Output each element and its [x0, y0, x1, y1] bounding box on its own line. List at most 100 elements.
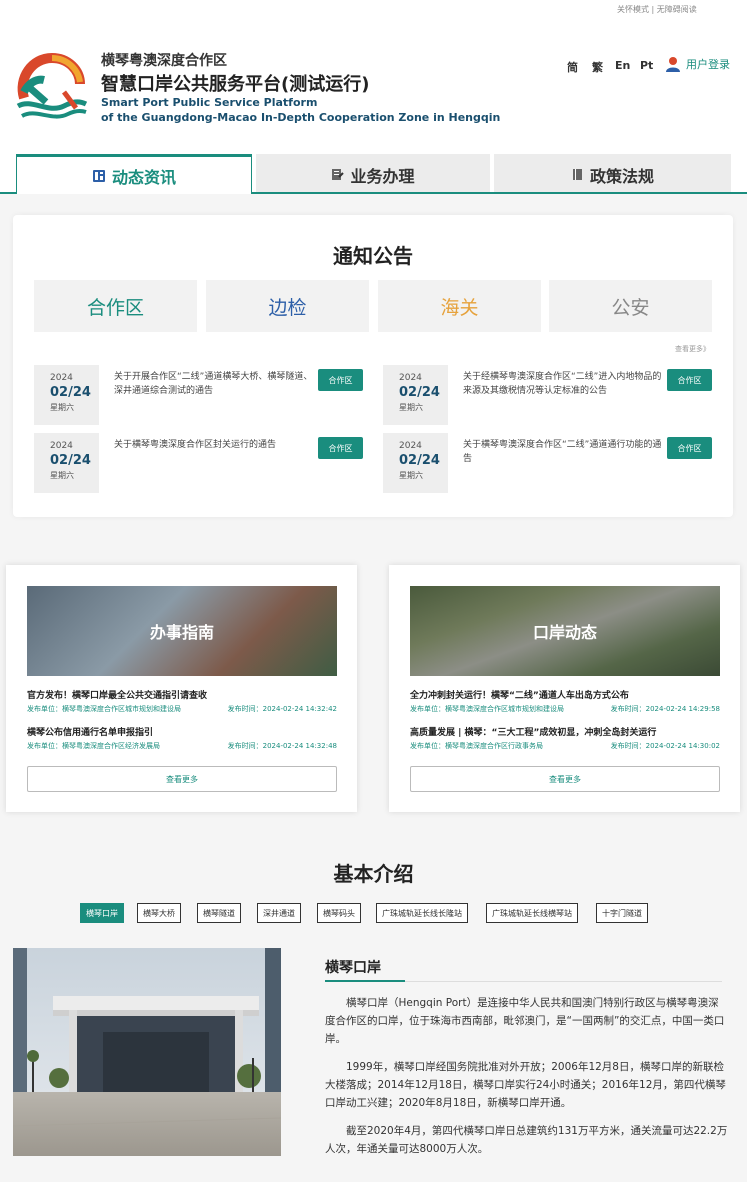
policy-icon: [572, 169, 582, 180]
port-news-more-button[interactable]: 查看更多: [410, 766, 720, 792]
platform-title: 智慧口岸公共服务平台(测试运行): [101, 74, 370, 95]
port-news-item-time: 发布时间：2024-02-24 14:30:02: [610, 742, 720, 750]
notice-text[interactable]: 关于经横琴粤澳深度合作区“二线”进入内地物品的来源及其缴税情况等认定标准的公告: [463, 370, 663, 398]
notice-badge[interactable]: 合作区: [318, 437, 363, 459]
notice-date: 2024 02/24 星期六: [383, 365, 448, 425]
intro-paragraph: 截至2020年4月，第四代横琴口岸日总建筑约131万平方米，通关流量可达22.2…: [325, 1125, 728, 1155]
guide-more-button[interactable]: 查看更多: [27, 766, 337, 792]
tab-news[interactable]: 动态资讯: [16, 154, 252, 194]
port-news-item-time: 发布时间：2024-02-24 14:29:58: [610, 705, 720, 713]
notice-item[interactable]: 2024 02/24 星期六 关于开展合作区“二线”通道横琴大桥、横琴隧道、深井…: [34, 365, 364, 425]
notice-badge[interactable]: 合作区: [667, 369, 712, 391]
notice-month-day: 02/24: [399, 453, 440, 468]
intro-paragraph: 横琴口岸（Hengqin Port）是连接中华人民共和国澳门特别行政区与横琴粤澳…: [325, 997, 725, 1045]
tab-policy[interactable]: 政策法规: [494, 154, 731, 192]
category-customs[interactable]: 海关: [378, 280, 541, 332]
tab-business-label: 业务办理: [350, 166, 415, 186]
guide-banner-title: 办事指南: [149, 623, 214, 642]
port-title: 横琴口岸: [325, 960, 381, 976]
port-news-item-unit: 发布单位：横琴粤澳深度合作区城市规划和建设局: [410, 705, 564, 713]
guide-banner[interactable]: 办事指南: [27, 586, 337, 676]
category-border-inspection[interactable]: 边检: [206, 280, 369, 332]
notice-date: 2024 02/24 星期六: [34, 365, 99, 425]
guide-item-meta: 发布单位：横琴粤澳深度合作区城市规划和建设局 发布时间：2024-02-24 1…: [27, 704, 337, 714]
guide-panel: 办事指南 官方发布！横琴口岸最全公共交通指引请查收 发布单位：横琴粤澳深度合作区…: [6, 565, 357, 812]
main-nav: 动态资讯 业务办理 政策法规: [0, 146, 747, 194]
notice-year: 2024: [50, 373, 73, 383]
notice-item[interactable]: 2024 02/24 星期六 关于横琴粤澳深度合作区“二线”通道通行功能的通告 …: [383, 433, 713, 493]
port-photo: [13, 948, 281, 1156]
intro-paragraph: 1999年，横琴口岸经国务院批准对外开放；2006年12月8日，横琴口岸的新联检…: [325, 1061, 726, 1109]
port-news-item-title[interactable]: 高质量发展 | 横琴：“三大工程”成效初显，冲刺全岛封关运行: [410, 725, 656, 738]
notice-item[interactable]: 2024 02/24 星期六 关于经横琴粤澳深度合作区“二线”进入内地物品的来源…: [383, 365, 713, 425]
accessibility-links[interactable]: 关怀模式 | 无障碍阅读: [617, 4, 697, 15]
business-icon: [332, 169, 345, 180]
notice-weekday: 星期六: [50, 471, 74, 480]
notice-month-day: 02/24: [50, 453, 91, 468]
title-underline-accent: [325, 980, 405, 982]
guide-item-title[interactable]: 官方发布！横琴口岸最全公共交通指引请查收: [27, 688, 207, 701]
notice-title: 通知公告: [333, 244, 413, 268]
port-news-banner[interactable]: 口岸动态: [410, 586, 720, 676]
notice-text[interactable]: 关于横琴粤澳深度合作区封关运行的通告: [114, 438, 314, 452]
intro-tab-hengqin-pier[interactable]: 横琴码头: [317, 903, 361, 923]
tab-business[interactable]: 业务办理: [256, 154, 490, 192]
notice-month-day: 02/24: [50, 385, 91, 400]
top-bar: 关怀模式 | 无障碍阅读: [0, 0, 747, 34]
port-news-banner-title: 口岸动态: [532, 623, 597, 642]
notice-month-day: 02/24: [399, 385, 440, 400]
user-icon: [666, 57, 680, 72]
guide-item-title[interactable]: 横琴公布信用通行名单申报指引: [27, 725, 153, 738]
login-label: 用户登录: [686, 58, 730, 71]
notice-weekday: 星期六: [50, 403, 74, 412]
guide-item-time: 发布时间：2024-02-24 14:32:42: [227, 705, 337, 713]
notice-weekday: 星期六: [399, 471, 423, 480]
notice-year: 2024: [399, 441, 422, 451]
tab-news-label: 动态资讯: [111, 167, 176, 187]
port-news-item-unit: 发布单位：横琴粤澳深度合作区行政事务局: [410, 742, 543, 750]
guide-item-time: 发布时间：2024-02-24 14:32:48: [227, 742, 337, 750]
intro-tab-shenjing-channel[interactable]: 深井通道: [257, 903, 301, 923]
notice-date: 2024 02/24 星期六: [34, 433, 99, 493]
notice-text[interactable]: 关于横琴粤澳深度合作区“二线”通道通行功能的通告: [463, 438, 663, 466]
category-cooperation-zone[interactable]: 合作区: [34, 280, 197, 332]
notice-year: 2024: [399, 373, 422, 383]
logo-icon: [16, 52, 88, 119]
header: 横琴粤澳深度合作区 智慧口岸公共服务平台(测试运行) Smart Port Pu…: [0, 34, 747, 146]
notice-year: 2024: [50, 441, 73, 451]
notice-text[interactable]: 关于开展合作区“二线”通道横琴大桥、横琴隧道、深井通道综合测试的通告: [114, 370, 314, 398]
category-police[interactable]: 公安: [549, 280, 712, 332]
org-name: 横琴粤澳深度合作区: [101, 53, 227, 69]
news-icon: [92, 169, 105, 182]
intro-tab-changlong-station[interactable]: 广珠城轨延长线长隆站: [376, 903, 468, 923]
lang-traditional[interactable]: 繁: [592, 59, 603, 75]
guide-item-unit: 发布单位：横琴粤澳深度合作区城市规划和建设局: [27, 705, 181, 713]
port-news-item-meta: 发布单位：横琴粤澳深度合作区城市规划和建设局 发布时间：2024-02-24 1…: [410, 704, 720, 714]
intro-tab-hengqin-bridge[interactable]: 横琴大桥: [137, 903, 181, 923]
notice-item[interactable]: 2024 02/24 星期六 关于横琴粤澳深度合作区封关运行的通告 合作区: [34, 433, 364, 493]
guide-item-unit: 发布单位：横琴粤澳深度合作区经济发展局: [27, 742, 160, 750]
port-news-item-meta: 发布单位：横琴粤澳深度合作区行政事务局 发布时间：2024-02-24 14:3…: [410, 741, 720, 751]
tab-policy-label: 政策法规: [589, 166, 654, 186]
title-underline: [405, 980, 722, 982]
notice-weekday: 星期六: [399, 403, 423, 412]
intro-tab-hengqin-port[interactable]: 横琴口岸: [80, 903, 124, 923]
intro-tab-shizimen-tunnel[interactable]: 十字门隧道: [596, 903, 648, 923]
port-news-panel: 口岸动态 全力冲刺封关运行！横琴“二线”通道人车出岛方式公布 发布单位：横琴粤澳…: [389, 565, 740, 812]
lang-simplified[interactable]: 简: [567, 59, 578, 75]
intro-tab-hengqin-tunnel[interactable]: 横琴隧道: [197, 903, 241, 923]
notice-badge[interactable]: 合作区: [318, 369, 363, 391]
platform-en-title-2: of the Guangdong-Macao In-Depth Cooperat…: [101, 111, 501, 124]
notice-more-link[interactable]: 查看更多》: [675, 344, 710, 354]
login-button[interactable]: 用户登录: [666, 56, 730, 72]
intro-title: 基本介绍: [333, 862, 414, 886]
lang-portuguese[interactable]: Pt: [640, 59, 653, 72]
notice-date: 2024 02/24 星期六: [383, 433, 448, 493]
intro-tab-hengqin-station[interactable]: 广珠城轨延长线横琴站: [486, 903, 578, 923]
notice-section: 通知公告 合作区 边检 海关 公安 查看更多》 2024 02/24 星期六 关…: [13, 215, 733, 517]
platform-en-title-1: Smart Port Public Service Platform: [101, 96, 318, 109]
notice-badge[interactable]: 合作区: [667, 437, 712, 459]
lang-english[interactable]: En: [615, 59, 630, 72]
guide-item-meta: 发布单位：横琴粤澳深度合作区经济发展局 发布时间：2024-02-24 14:3…: [27, 741, 337, 751]
port-news-item-title[interactable]: 全力冲刺封关运行！横琴“二线”通道人车出岛方式公布: [410, 688, 629, 701]
